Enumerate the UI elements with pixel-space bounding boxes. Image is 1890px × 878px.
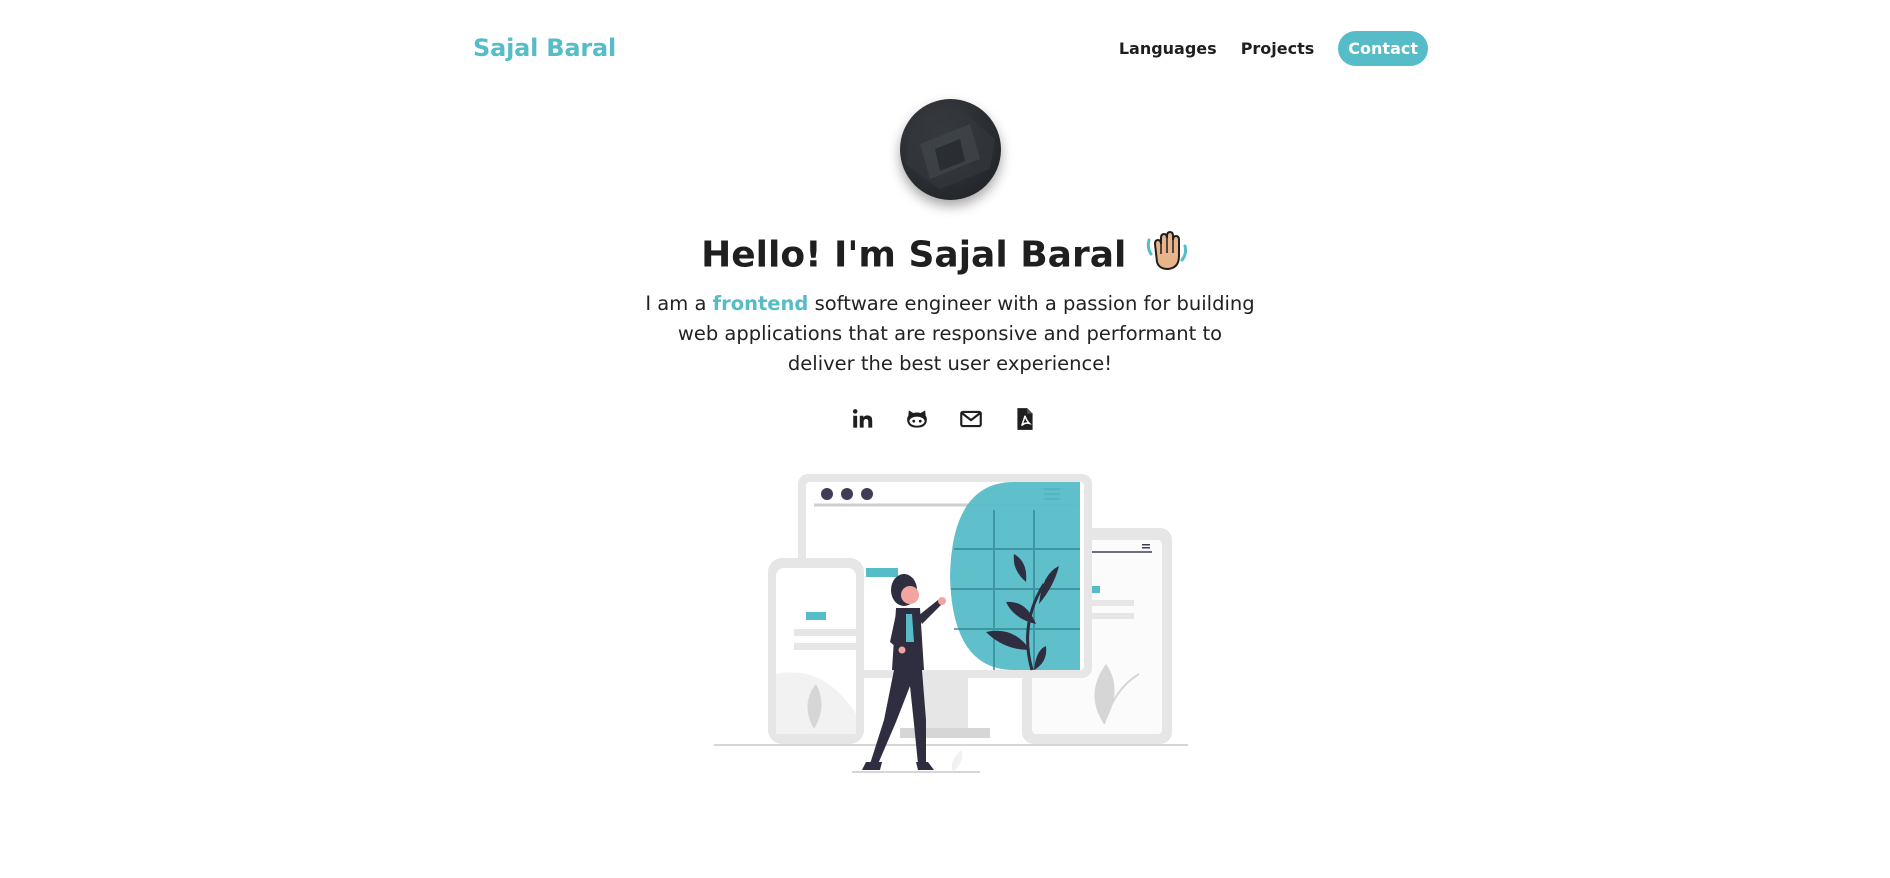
page: Sajal Baral Languages Projects Contact H… bbox=[0, 0, 1890, 878]
hero-intro-before: I am a bbox=[645, 292, 713, 315]
nav-contact-button[interactable]: Contact bbox=[1338, 31, 1428, 66]
nav-languages-link[interactable]: Languages bbox=[1119, 39, 1217, 58]
linkedin-link[interactable] bbox=[850, 406, 876, 432]
hero-intro: I am a frontend software engineer with a… bbox=[645, 289, 1255, 379]
mail-icon bbox=[960, 410, 982, 428]
hero-heading: Hello! I'm Sajal Baral bbox=[0, 228, 1890, 285]
github-icon bbox=[907, 410, 927, 428]
nav-projects-link[interactable]: Projects bbox=[1241, 39, 1315, 58]
social-links bbox=[850, 406, 1038, 432]
github-link[interactable] bbox=[904, 406, 930, 432]
avatar bbox=[900, 99, 1001, 200]
main-nav: Languages Projects Contact bbox=[1119, 31, 1428, 66]
hero-heading-text: Hello! I'm Sajal Baral bbox=[701, 234, 1127, 276]
hero-illustration: ILLUSTRATION_CONTINUES bbox=[714, 474, 1194, 788]
pdf-resume-icon bbox=[1017, 408, 1033, 430]
web-developer-illustration: ILLUSTRATION_CONTINUES bbox=[714, 474, 1188, 773]
linkedin-icon bbox=[852, 409, 873, 428]
email-link[interactable] bbox=[958, 406, 984, 432]
hero-intro-highlight: frontend bbox=[712, 292, 809, 315]
brand-logo-link[interactable]: Sajal Baral bbox=[473, 34, 616, 62]
resume-pdf-link[interactable] bbox=[1012, 406, 1038, 432]
avatar-image bbox=[905, 109, 995, 189]
waving-hand-icon bbox=[1145, 228, 1189, 285]
